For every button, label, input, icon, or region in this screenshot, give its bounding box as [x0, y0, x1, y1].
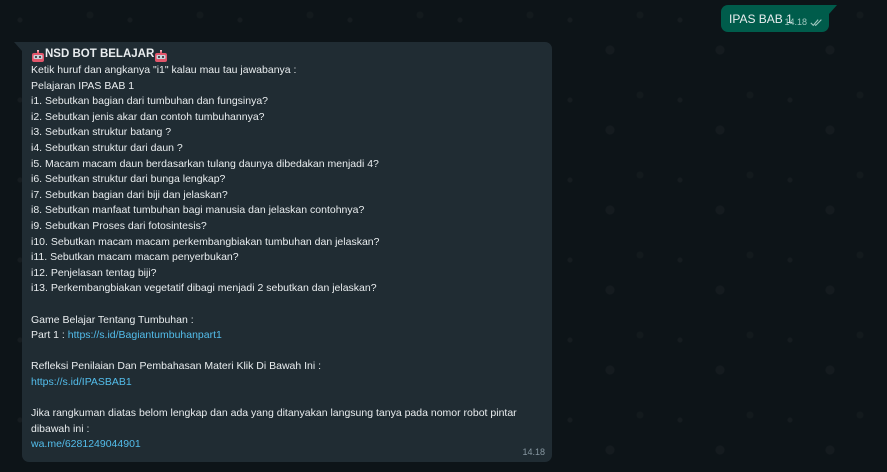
- robot-icon: [155, 49, 168, 62]
- question-item: i7. Sebutkan bagian dari biji dan jelask…: [31, 188, 228, 201]
- outgoing-message-text: IPAS BAB 1: [729, 12, 793, 26]
- intro-text: Ketik huruf dan angkanya "i1" kalau mau …: [31, 64, 297, 76]
- question-item: i2. Sebutkan jenis akar dan contoh tumbu…: [31, 110, 265, 123]
- outgoing-message-meta: 14.18: [784, 17, 823, 27]
- outgoing-message-time: 14.18: [784, 17, 807, 27]
- reflection-heading: Refleksi Penilaian Dan Pembahasan Materi…: [31, 360, 322, 373]
- question-item: i8. Sebutkan manfaat tumbuhan bagi manus…: [31, 204, 365, 217]
- reflection-link[interactable]: https://s.id/IPASBAB1: [31, 376, 132, 388]
- game-heading: Game Belajar Tentang Tumbuhan :: [31, 313, 194, 326]
- subject-text: Pelajaran IPAS BAB 1: [31, 79, 135, 92]
- question-item: i11. Sebutkan macam macam penyerbukan?: [31, 251, 239, 264]
- incoming-message-bubble[interactable]: NSD BOT BELAJAR Ketik huruf dan angkanya…: [14, 42, 552, 462]
- question-item: i10. Sebutkan macam macam perkembangbiak…: [31, 235, 380, 248]
- question-item: i5. Macam macam daun berdasarkan tulang …: [31, 157, 379, 170]
- incoming-message-time: 14.18: [522, 447, 545, 457]
- question-item: i9. Sebutkan Proses dari fotosintesis?: [31, 219, 207, 232]
- contact-link[interactable]: wa.me/6281249044901: [31, 438, 141, 450]
- question-item: i12. Penjelasan tentag biji?: [31, 266, 157, 279]
- question-item: i3. Sebutkan struktur batang ?: [31, 126, 172, 139]
- part-link[interactable]: https://s.id/Bagiantumbuhanpart1: [68, 329, 222, 341]
- question-item: i4. Sebutkan struktur dari daun ?: [31, 141, 183, 154]
- incoming-message-body: NSD BOT BELAJAR Ketik huruf dan angkanya…: [31, 47, 546, 453]
- robot-icon: [32, 49, 44, 62]
- reflection-row: https://s.id/IPASBAB1: [31, 375, 546, 391]
- question-item: i13. Perkembangbiakan vegetatif dibagi m…: [31, 282, 377, 295]
- question-item: i1. Sebutkan bagian dari tumbuhan dan fu…: [31, 95, 269, 108]
- contact-row: wa.me/6281249044901: [31, 437, 546, 453]
- outgoing-message-bubble[interactable]: IPAS BAB 1 14.18: [721, 5, 837, 32]
- message-title: NSD BOT BELAJAR: [45, 48, 155, 61]
- question-item: i6. Sebutkan struktur dari bunga lengkap…: [31, 173, 226, 186]
- double-check-icon: [810, 18, 822, 26]
- message-title-row: NSD BOT BELAJAR: [31, 47, 546, 63]
- part-row: Part 1 : https://s.id/Bagiantumbuhanpart…: [31, 328, 546, 344]
- footer-text: Jika rangkuman diatas belom lengkap dan …: [31, 407, 517, 435]
- part-label: Part 1 :: [31, 329, 68, 342]
